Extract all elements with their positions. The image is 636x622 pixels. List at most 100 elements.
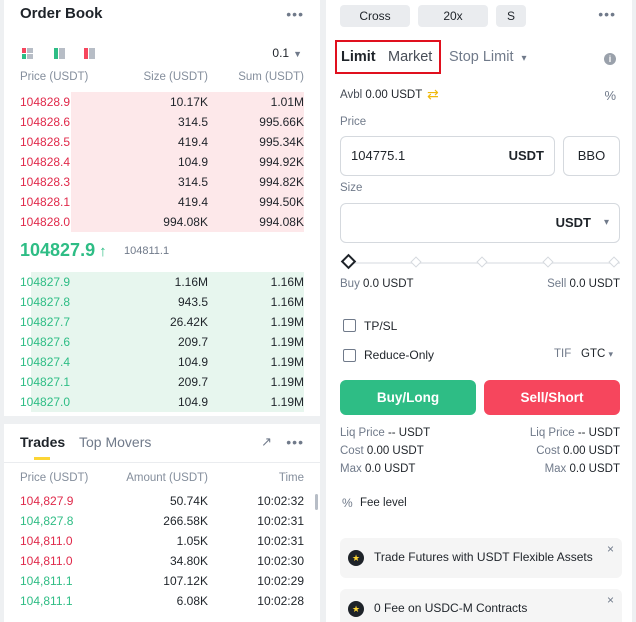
ask-row[interactable]: 104828.4 104.9 994.92K xyxy=(4,152,320,172)
promo-card[interactable]: ★ Trade Futures with USDT Flexible Asset… xyxy=(340,538,622,578)
liq-value: -- USDT xyxy=(577,427,620,439)
reduce-only-label[interactable]: Reduce-Only xyxy=(364,348,434,362)
size-slider-handle[interactable] xyxy=(340,253,357,270)
buy-long-button[interactable]: Buy/Long xyxy=(340,380,476,415)
max-value: 0.0 USDT xyxy=(569,463,621,475)
arrow-up-icon: ↑ xyxy=(99,243,107,260)
slider-step-50[interactable] xyxy=(476,256,488,268)
info-icon[interactable]: i xyxy=(604,53,616,65)
bid-row[interactable]: 104827.8 943.5 1.16M xyxy=(4,292,320,312)
bid-price: 104827.7 xyxy=(20,315,71,329)
max-value: 0.0 USDT xyxy=(364,463,416,475)
ask-row[interactable]: 104828.5 419.4 995.34K xyxy=(4,132,320,152)
tab-stop-limit[interactable]: Stop Limit ▾ xyxy=(449,49,527,65)
sell-short-button[interactable]: Sell/Short xyxy=(484,380,620,415)
tif-select[interactable]: GTC ▾ xyxy=(581,348,613,360)
bid-sum: 1.16M xyxy=(270,275,304,289)
more-icon[interactable]: ••• xyxy=(286,434,304,450)
last-price-value: 104827.9 xyxy=(20,240,96,260)
book-both-view-icon[interactable] xyxy=(22,48,33,59)
calculator-icon[interactable]: % xyxy=(604,88,616,103)
ask-size: 314.5 xyxy=(177,115,208,129)
liq-value: -- USDT xyxy=(387,427,431,439)
margin-mode-button[interactable]: Cross xyxy=(340,5,410,27)
ask-price: 104828.3 xyxy=(20,175,71,189)
bid-row[interactable]: 104827.9 1.16M 1.16M xyxy=(4,272,320,292)
ask-row[interactable]: 104828.1 419.4 994.50K xyxy=(4,192,320,212)
trade-time: 10:02:30 xyxy=(257,554,304,568)
ask-sum: 994.82K xyxy=(259,175,304,189)
sell-amount-label: Sell xyxy=(547,278,567,290)
price-input[interactable]: 104775.1 USDT xyxy=(340,136,555,176)
depth-bar xyxy=(30,272,304,292)
book-bids-view-icon[interactable] xyxy=(54,48,65,59)
tpsl-label[interactable]: TP/SL xyxy=(364,319,397,333)
close-icon[interactable]: × xyxy=(607,593,614,607)
bbo-button[interactable]: BBO xyxy=(563,136,620,176)
slider-step-100[interactable] xyxy=(608,256,620,268)
transfer-icon[interactable]: ⇄ xyxy=(427,86,439,103)
ask-size: 10.17K xyxy=(169,95,208,109)
max-label: Max xyxy=(544,463,567,475)
max-label: Max xyxy=(340,463,362,475)
bid-sum: 1.19M xyxy=(270,315,304,329)
asset-mode-button[interactable]: S xyxy=(496,5,526,27)
more-icon[interactable]: ••• xyxy=(286,6,304,22)
trade-row: 104,827.9 50.74K 10:02:32 xyxy=(4,491,320,511)
tab-limit[interactable]: Limit xyxy=(341,49,376,65)
bid-row[interactable]: 104827.7 26.42K 1.19M xyxy=(4,312,320,332)
ask-price: 104828.9 xyxy=(20,95,71,109)
trade-price: 104,811.0 xyxy=(20,554,73,568)
ask-row[interactable]: 104828.9 10.17K 1.01M xyxy=(4,92,320,112)
size-input[interactable]: USDT ▾ xyxy=(340,203,620,243)
trade-time: 10:02:31 xyxy=(257,534,304,548)
liq-price-buy: Liq Price -- USDT xyxy=(340,427,430,439)
reduce-only-checkbox[interactable] xyxy=(343,349,356,362)
chevron-down-icon: ▼ xyxy=(293,49,302,59)
bid-sum: 1.19M xyxy=(270,355,304,369)
col-price: Price (USDT) xyxy=(20,71,89,83)
avbl-value: 0.00 USDT xyxy=(365,89,423,101)
order-book-title: Order Book xyxy=(20,5,103,22)
trade-price: 104,811.1 xyxy=(20,574,73,588)
bid-row[interactable]: 104827.6 209.7 1.19M xyxy=(4,332,320,352)
buy-amount: Buy 0.0 USDT xyxy=(340,278,414,290)
chevron-down-icon: ▾ xyxy=(521,53,527,64)
trades-list: 104,827.9 50.74K 10:02:32 104,827.8 266.58K 1… xyxy=(4,491,320,611)
tif-value: GTC xyxy=(581,348,606,360)
bid-price: 104827.6 xyxy=(20,335,71,349)
bid-price: 104827.1 xyxy=(20,375,71,389)
slider-step-75[interactable] xyxy=(542,256,554,268)
ask-size: 104.9 xyxy=(177,155,208,169)
tpsl-checkbox[interactable] xyxy=(343,319,356,332)
max-buy: Max 0.0 USDT xyxy=(340,463,415,475)
ask-size: 419.4 xyxy=(177,135,208,149)
bid-row[interactable]: 104827.4 104.9 1.19M xyxy=(4,352,320,372)
ask-size: 314.5 xyxy=(177,175,208,189)
fee-level-link[interactable]: Fee level xyxy=(360,497,407,509)
slider-step-25[interactable] xyxy=(410,256,422,268)
cost-buy: Cost 0.00 USDT xyxy=(340,445,424,457)
ask-row[interactable]: 104828.3 314.5 994.82K xyxy=(4,172,320,192)
book-asks-view-icon[interactable] xyxy=(84,48,95,59)
last-price[interactable]: 104827.9 ↑ xyxy=(20,240,107,261)
ask-row[interactable]: 104828.0 994.08K 994.08K xyxy=(4,212,320,232)
bid-row[interactable]: 104827.0 104.9 1.19M xyxy=(4,392,320,412)
leverage-button[interactable]: 20x xyxy=(418,5,488,27)
chevron-down-icon[interactable]: ▾ xyxy=(604,217,609,228)
tick-size-select[interactable]: 0.1 ▼ xyxy=(272,46,302,60)
ask-row[interactable]: 104828.6 314.5 995.66K xyxy=(4,112,320,132)
tab-market[interactable]: Market xyxy=(388,49,432,65)
tab-top-movers[interactable]: Top Movers xyxy=(79,434,151,450)
ask-sum: 1.01M xyxy=(270,95,304,109)
bid-row[interactable]: 104827.1 209.7 1.19M xyxy=(4,372,320,392)
expand-icon[interactable]: ↗ xyxy=(261,434,272,450)
liq-price-sell: Liq Price -- USDT xyxy=(530,427,620,439)
size-unit: USDT xyxy=(555,215,591,230)
scrollbar[interactable] xyxy=(315,494,318,510)
star-icon: ★ xyxy=(348,601,364,617)
close-icon[interactable]: × xyxy=(607,542,614,556)
promo-card[interactable]: ★ 0 Fee on USDC-M Contracts × xyxy=(340,589,622,622)
more-icon[interactable]: ••• xyxy=(598,6,616,22)
tab-trades[interactable]: Trades xyxy=(20,434,65,450)
